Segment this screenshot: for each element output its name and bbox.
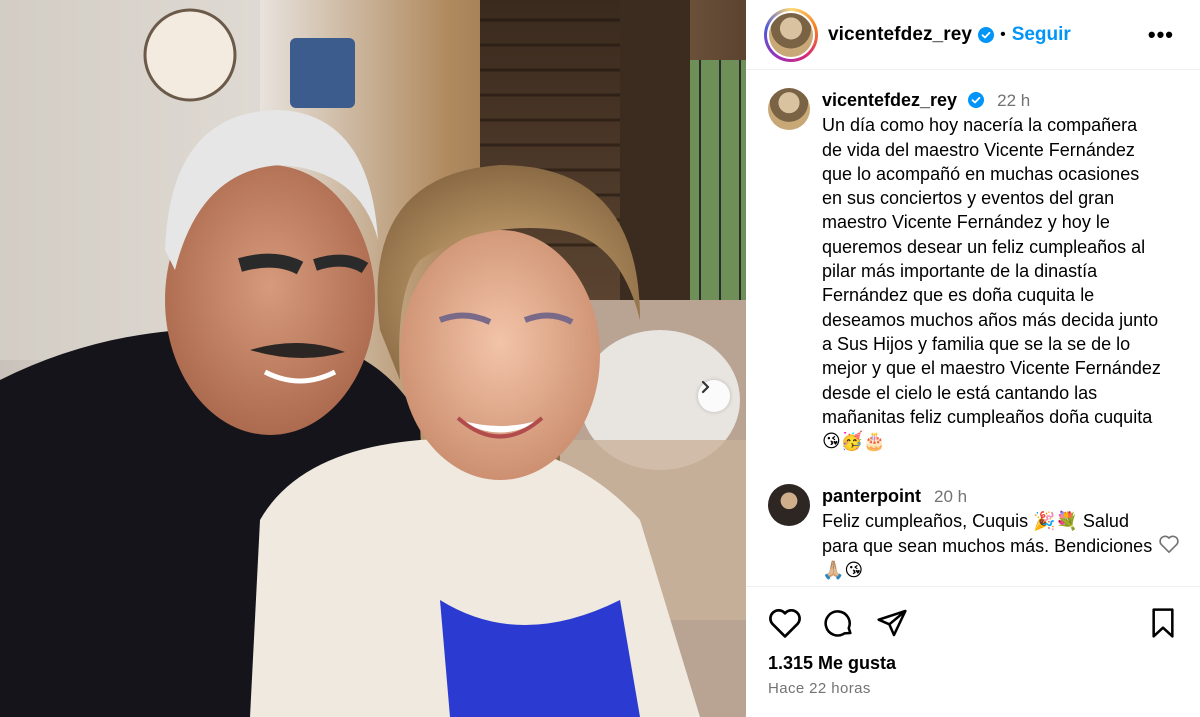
header-username[interactable]: vicentefdez_rey: [828, 24, 972, 46]
comment-item: panterpoint 20 h Feliz cumpleaños, Cuqui…: [768, 484, 1162, 582]
heart-icon[interactable]: [768, 607, 802, 639]
caption-time[interactable]: 22 h: [997, 91, 1030, 110]
paper-plane-icon[interactable]: [875, 607, 909, 639]
caption-avatar[interactable]: [768, 88, 810, 130]
verified-badge-icon: [968, 92, 985, 108]
more-options-button[interactable]: •••: [1148, 22, 1174, 48]
photo-illustration: [0, 0, 746, 717]
comment-username[interactable]: panterpoint: [822, 486, 921, 506]
post-side-panel: vicentefdez_rey • Seguir ••• vicentefdez…: [746, 0, 1200, 717]
post-caption: vicentefdez_rey 22 h Un día como hoy nac…: [768, 88, 1162, 453]
comment-text: Feliz cumpleaños, Cuquis 🎉💐 Salud para q…: [822, 511, 1153, 580]
caption-username[interactable]: vicentefdez_rey: [822, 90, 957, 110]
next-photo-button[interactable]: [698, 380, 730, 412]
follow-button[interactable]: Seguir: [1012, 24, 1071, 46]
likes-count[interactable]: 1.315 Me gusta: [768, 653, 896, 674]
post-actions: 1.315 Me gusta Hace 22 horas: [746, 586, 1200, 717]
chevron-right-icon: [701, 380, 710, 394]
comment-bubble-icon[interactable]: [822, 607, 856, 639]
caption-text: Un día como hoy nacería la compañera de …: [822, 115, 1161, 452]
separator-dot: •: [1000, 25, 1006, 43]
post-photo[interactable]: [0, 0, 746, 717]
bookmark-icon[interactable]: [1148, 607, 1178, 639]
header-avatar-ring[interactable]: [764, 7, 818, 62]
header-avatar: [769, 12, 813, 57]
comment-avatar[interactable]: [768, 484, 810, 526]
post-header: vicentefdez_rey • Seguir •••: [746, 0, 1200, 70]
comment-like-heart-icon[interactable]: [1158, 534, 1180, 554]
post-date[interactable]: Hace 22 horas: [768, 680, 871, 697]
comments-section: vicentefdez_rey 22 h Un día como hoy nac…: [746, 71, 1200, 586]
comment-time[interactable]: 20 h: [934, 487, 967, 506]
verified-badge-icon: [978, 26, 995, 43]
